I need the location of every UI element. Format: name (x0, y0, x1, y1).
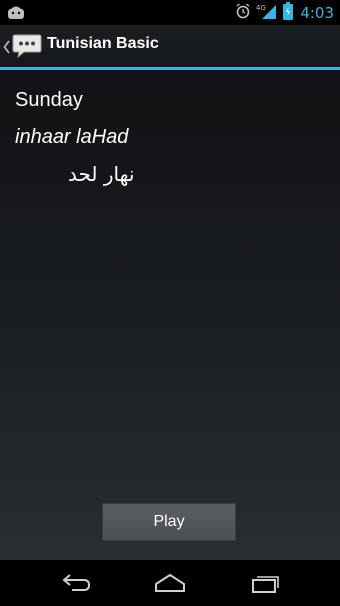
navigation-bar (0, 560, 340, 606)
alarm-icon (235, 2, 251, 23)
status-bar: 4G 4:03 (0, 0, 340, 25)
transliteration-word: inhaar laHad (15, 126, 129, 148)
status-time: 4:03 (300, 3, 334, 22)
battery-icon (283, 1, 294, 24)
speech-bubble-icon[interactable] (12, 33, 42, 59)
phrase-panel: Sunday inhaar laHad نهار لحد Play (0, 70, 340, 560)
screen: 4G 4:03 Tunisian Basic Sunday inhaar laH… (0, 0, 340, 606)
arabic-word: نهار لحد (68, 162, 135, 186)
chevron-left-icon[interactable] (3, 39, 11, 54)
status-icons: 4G 4:03 (235, 0, 334, 25)
english-word: Sunday (15, 89, 83, 111)
android-notification-icon (6, 4, 26, 20)
action-bar[interactable]: Tunisian Basic (0, 25, 340, 67)
network-type-label: 4G (256, 4, 266, 12)
recent-apps-icon[interactable] (247, 571, 283, 595)
back-icon[interactable] (58, 571, 94, 595)
play-button[interactable]: Play (102, 503, 236, 541)
app-title: Tunisian Basic (47, 35, 159, 52)
signal-icon: 4G (256, 2, 278, 24)
home-icon[interactable] (152, 571, 188, 595)
